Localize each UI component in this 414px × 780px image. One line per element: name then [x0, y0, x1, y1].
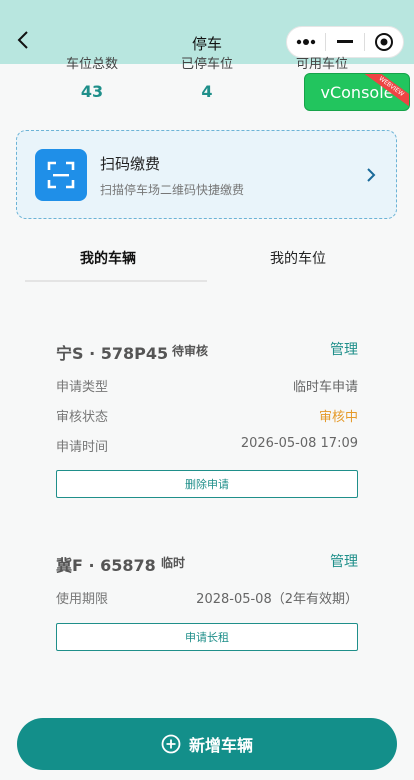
vehicle-card: 宁S · 578P45 待审核 管理 申请类型 临时车申请 审核状态 审核中 申… [32, 314, 382, 514]
mini-program-capsule [286, 26, 404, 58]
tab-underline [25, 280, 207, 282]
stat-occupied-spaces: 已停车位 4 [152, 56, 262, 101]
row-label: 申请类型 [56, 380, 109, 395]
scan-title: 扫码缴费 [100, 155, 161, 173]
plate-number: 冀F · 65878 [56, 556, 156, 575]
vehicle-tabs: 我的车辆 我的车位 [0, 240, 414, 284]
vconsole-button[interactable]: vConsole WEBVIEW [304, 73, 410, 111]
manage-link[interactable]: 管理 [330, 339, 358, 359]
stat-label: 车位总数 [65, 57, 118, 72]
tab-my-spaces[interactable]: 我的车位 [270, 248, 326, 268]
plate-number: 宁S · 578P45 [56, 344, 169, 363]
status-badge: 待审核 [172, 344, 209, 358]
row-label: 使用期限 [56, 592, 109, 607]
scan-icon [35, 149, 87, 201]
manage-link[interactable]: 管理 [330, 551, 358, 571]
info-row: 申请时间 2026-05-08 17:09 [56, 436, 358, 456]
add-vehicle-button[interactable]: 新增车辆 [17, 718, 397, 770]
minimize-icon[interactable] [326, 27, 364, 57]
nav-bar: 停车 [0, 0, 414, 64]
row-value: 2028-05-08（2年有效期） [196, 592, 358, 607]
scan-subtitle: 扫描停车场二维码快捷缴费 [100, 183, 245, 197]
chevron-right-icon [367, 168, 376, 182]
row-label: 申请时间 [56, 440, 109, 455]
plus-circle-icon [161, 734, 181, 754]
add-vehicle-label: 新增车辆 [188, 736, 253, 755]
stat-total-spaces: 车位总数 43 [37, 56, 147, 101]
scan-to-pay-card[interactable]: 扫码缴费 扫描停车场二维码快捷缴费 [16, 130, 397, 219]
tab-my-vehicles[interactable]: 我的车辆 [80, 248, 136, 268]
vehicle-card: 冀F · 65878 临时 管理 使用期限 2028-05-08（2年有效期） … [32, 526, 382, 666]
info-row: 审核状态 审核中 [56, 406, 358, 426]
status-badge: 临时 [161, 556, 186, 570]
stat-label: 已停车位 [180, 57, 233, 72]
row-value: 2026-05-08 17:09 [240, 436, 358, 451]
more-icon[interactable] [287, 27, 325, 57]
row-value: 审核中 [318, 410, 358, 425]
row-value: 临时车申请 [292, 380, 358, 395]
info-row: 申请类型 临时车申请 [56, 376, 358, 396]
stat-label: 可用车位 [295, 57, 348, 72]
stat-value: 4 [201, 82, 213, 101]
info-row: 使用期限 2028-05-08（2年有效期） [56, 588, 358, 608]
stat-value: 43 [80, 82, 104, 101]
close-miniprogram-icon[interactable] [365, 27, 403, 57]
delete-application-button[interactable]: 删除申请 [56, 470, 358, 498]
apply-long-term-button[interactable]: 申请长租 [56, 623, 358, 651]
row-label: 审核状态 [56, 410, 109, 425]
